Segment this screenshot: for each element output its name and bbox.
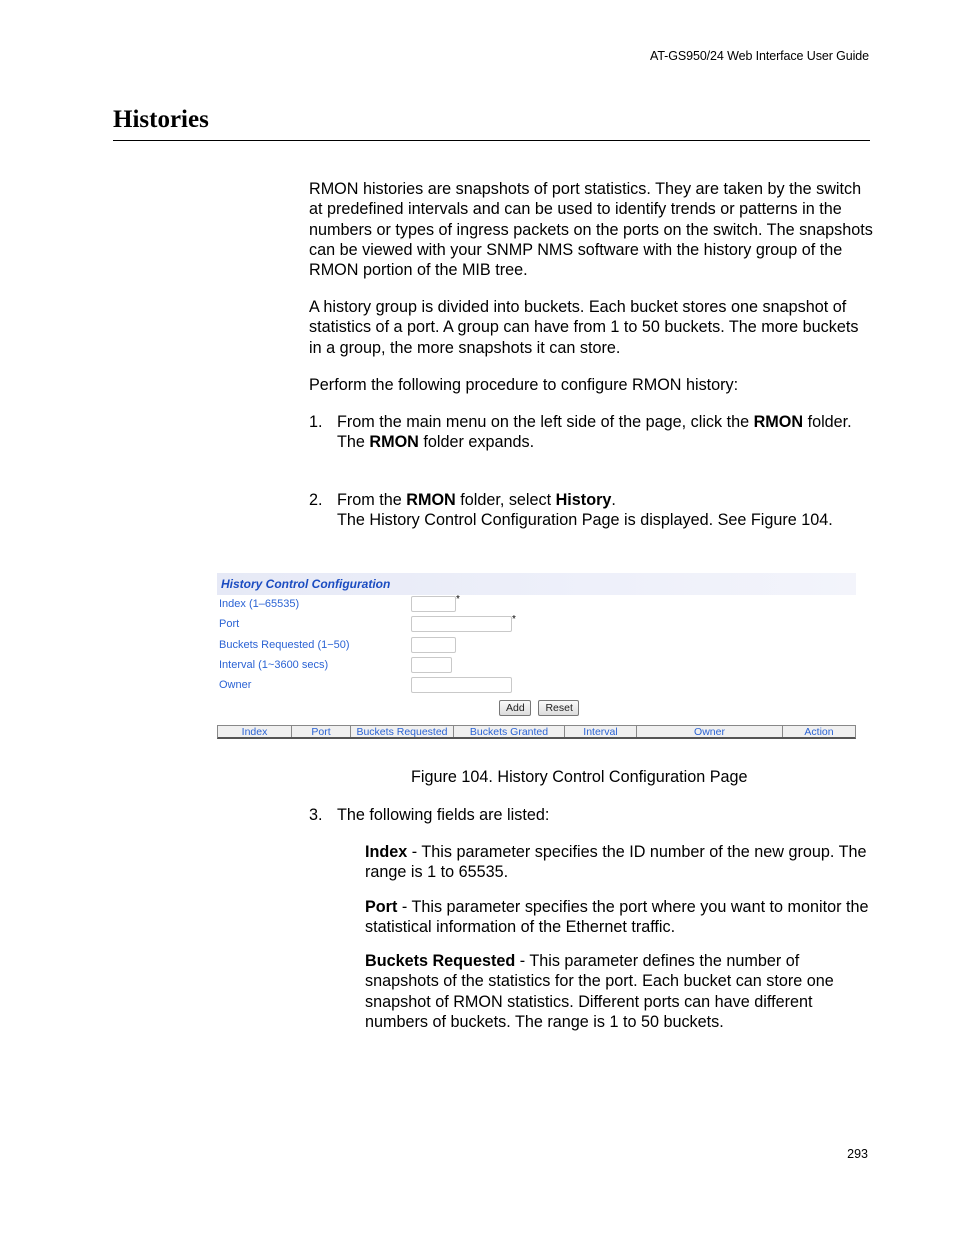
figure-panel-header: History Control Configuration (217, 573, 856, 595)
step-instruction: From the RMON folder, select History. (337, 490, 874, 510)
column-header-action: Action (804, 726, 834, 738)
owner-input[interactable] (411, 677, 512, 694)
field-label: Buckets Requested (1−50) (219, 638, 350, 651)
port-input[interactable] (411, 616, 512, 633)
intro-paragraph: RMON histories are snapshots of port sta… (309, 179, 874, 280)
field-text: - This parameter specifies the ID number… (365, 843, 867, 882)
running-header: AT-GS950/24 Web Interface User Guide (650, 49, 869, 63)
step-result: The History Control Configuration Page i… (337, 511, 833, 530)
column-header-buckets-requested: Buckets Requested (351, 726, 454, 738)
step-number: 1. (309, 413, 323, 431)
step-number: 2. (309, 491, 323, 509)
interval-input[interactable] (411, 656, 452, 673)
column-header-index: Index (218, 726, 292, 738)
field-label: Port (219, 618, 240, 631)
field-term: Index (365, 843, 408, 861)
text: folder expands. (418, 433, 535, 452)
buckets-requested-input[interactable] (411, 636, 456, 653)
field-term: Port (365, 898, 398, 916)
step-1: 1. From the main menu on the left side o… (309, 412, 874, 453)
field-description-port: Port - This parameter specifies the port… (365, 897, 875, 938)
field-term: Buckets Requested (365, 952, 516, 970)
paragraph-text: RMON histories are snapshots of port sta… (309, 180, 873, 280)
figure-caption: Figure 104. History Control Configuratio… (411, 768, 748, 786)
text: folder, select (455, 491, 556, 509)
bold-term: RMON (753, 413, 804, 431)
step-2: 2. From the RMON folder, select History.… (309, 490, 874, 531)
step-3: 3. The following fields are listed: (309, 805, 874, 825)
field-text: - This parameter specifies the port wher… (365, 898, 869, 937)
text: folder. (803, 413, 852, 431)
form-row-port: Port * (217, 614, 856, 635)
form-row-interval: Interval (1~3600 secs) (217, 656, 856, 676)
text: From the main menu on the left side of t… (337, 413, 754, 431)
field-description-index: Index - This parameter specifies the ID … (365, 842, 875, 883)
form-row-buckets-requested: Buckets Requested (1−50) (217, 636, 856, 656)
text: From the (337, 491, 407, 509)
column-header-buckets-granted: Buckets Granted (454, 726, 565, 738)
paragraph-text: A history group is divided into buckets.… (309, 298, 859, 357)
field-description-buckets-requested: Buckets Requested - This parameter defin… (365, 951, 875, 1032)
form-buttons: Add Reset (499, 698, 582, 716)
form-row-owner: Owner (217, 676, 856, 696)
bold-term: RMON (369, 433, 419, 452)
step-result: The RMON folder expands. (337, 432, 874, 452)
title-rule (113, 140, 870, 141)
buckets-paragraph: A history group is divided into buckets.… (309, 297, 874, 358)
column-header-owner: Owner (637, 726, 783, 738)
history-table-header: Index Port Buckets Requested Buckets Gra… (217, 725, 856, 739)
form-row-index: Index (1–65535) * (217, 594, 856, 615)
reset-button[interactable]: Reset (538, 700, 580, 716)
step-instruction: From the main menu on the left side of t… (337, 412, 874, 432)
add-button[interactable]: Add (499, 700, 531, 716)
step-instruction: The following fields are listed: (337, 806, 550, 824)
text: The (337, 433, 370, 452)
procedure-intro: Perform the following procedure to confi… (309, 375, 874, 395)
paragraph-text: Perform the following procedure to confi… (309, 376, 739, 394)
column-header-port: Port (292, 726, 351, 738)
bold-term: History (555, 491, 612, 509)
required-marker: * (456, 594, 460, 605)
text: . (611, 491, 616, 509)
bold-term: RMON (406, 491, 456, 509)
index-input[interactable] (411, 596, 456, 612)
required-marker: * (512, 614, 516, 626)
page-number: 293 (847, 1147, 868, 1161)
column-header-interval: Interval (565, 726, 637, 738)
field-label: Index (1–65535) (219, 598, 300, 610)
section-title: Histories (113, 106, 209, 133)
figure-history-control-configuration: History Control Configuration Index (1–6… (217, 573, 856, 739)
step-number: 3. (309, 806, 323, 824)
field-label: Interval (1~3600 secs) (219, 658, 329, 671)
field-label: Owner (219, 679, 252, 692)
